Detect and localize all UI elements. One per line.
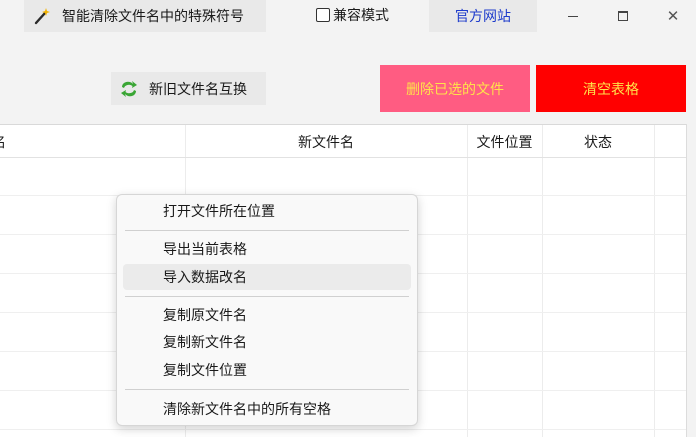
menu-item-copy-location[interactable]: 复制文件位置 [123,357,411,383]
menu-item-open-location[interactable]: 打开文件所在位置 [123,198,411,224]
official-site-label: 官方网站 [455,9,511,25]
menu-item-remove-spaces[interactable]: 清除新文件名中的所有空格 [123,396,411,422]
menu-separator [125,389,409,390]
checkbox-box[interactable] [316,8,330,22]
menu-item-import-rename[interactable]: 导入数据改名 [123,264,411,290]
table-row[interactable] [0,429,686,430]
column-header-location[interactable]: 文件位置 [467,125,542,158]
menu-separator [125,296,409,297]
clear-table-label: 清空表格 [583,81,639,98]
column-header-new-name[interactable]: 新文件名 [185,125,467,158]
scrollbar-track[interactable] [686,124,696,437]
maximize-icon[interactable] [600,0,646,32]
column-header-status[interactable]: 状态 [542,125,654,158]
clear-table-button[interactable]: 清空表格 [536,65,686,112]
swap-names-label: 新旧文件名互换 [149,81,247,98]
swap-arrows-icon [119,79,139,99]
minimize-icon[interactable] [550,0,596,32]
close-icon[interactable]: ✕ [650,0,696,32]
smart-clean-button[interactable]: 智能清除文件名中的特殊符号 [24,0,266,32]
context-menu: 打开文件所在位置 导出当前表格 导入数据改名 复制原文件名 复制新文件名 复制文… [116,194,418,426]
swap-names-button[interactable]: 新旧文件名互换 [111,72,266,105]
menu-item-export-table[interactable]: 导出当前表格 [123,236,411,262]
column-header-old-name[interactable]: 名 [0,125,185,158]
compat-mode-label: 兼容模式 [333,8,389,24]
official-site-button[interactable]: 官方网站 [429,0,537,32]
delete-selected-label: 删除已选的文件 [406,81,504,98]
smart-clean-label: 智能清除文件名中的特殊符号 [62,9,244,25]
table-header: 名 新文件名 文件位置 状态 [0,125,686,158]
menu-separator [125,230,409,231]
menu-item-copy-old-name[interactable]: 复制原文件名 [123,302,411,328]
delete-selected-button[interactable]: 删除已选的文件 [380,65,530,112]
compat-mode-checkbox[interactable]: 兼容模式 [316,5,389,25]
menu-item-copy-new-name[interactable]: 复制新文件名 [123,329,411,355]
magic-wand-icon [32,6,52,26]
title-bar: 智能清除文件名中的特殊符号 兼容模式 官方网站 ✕ [0,0,696,34]
